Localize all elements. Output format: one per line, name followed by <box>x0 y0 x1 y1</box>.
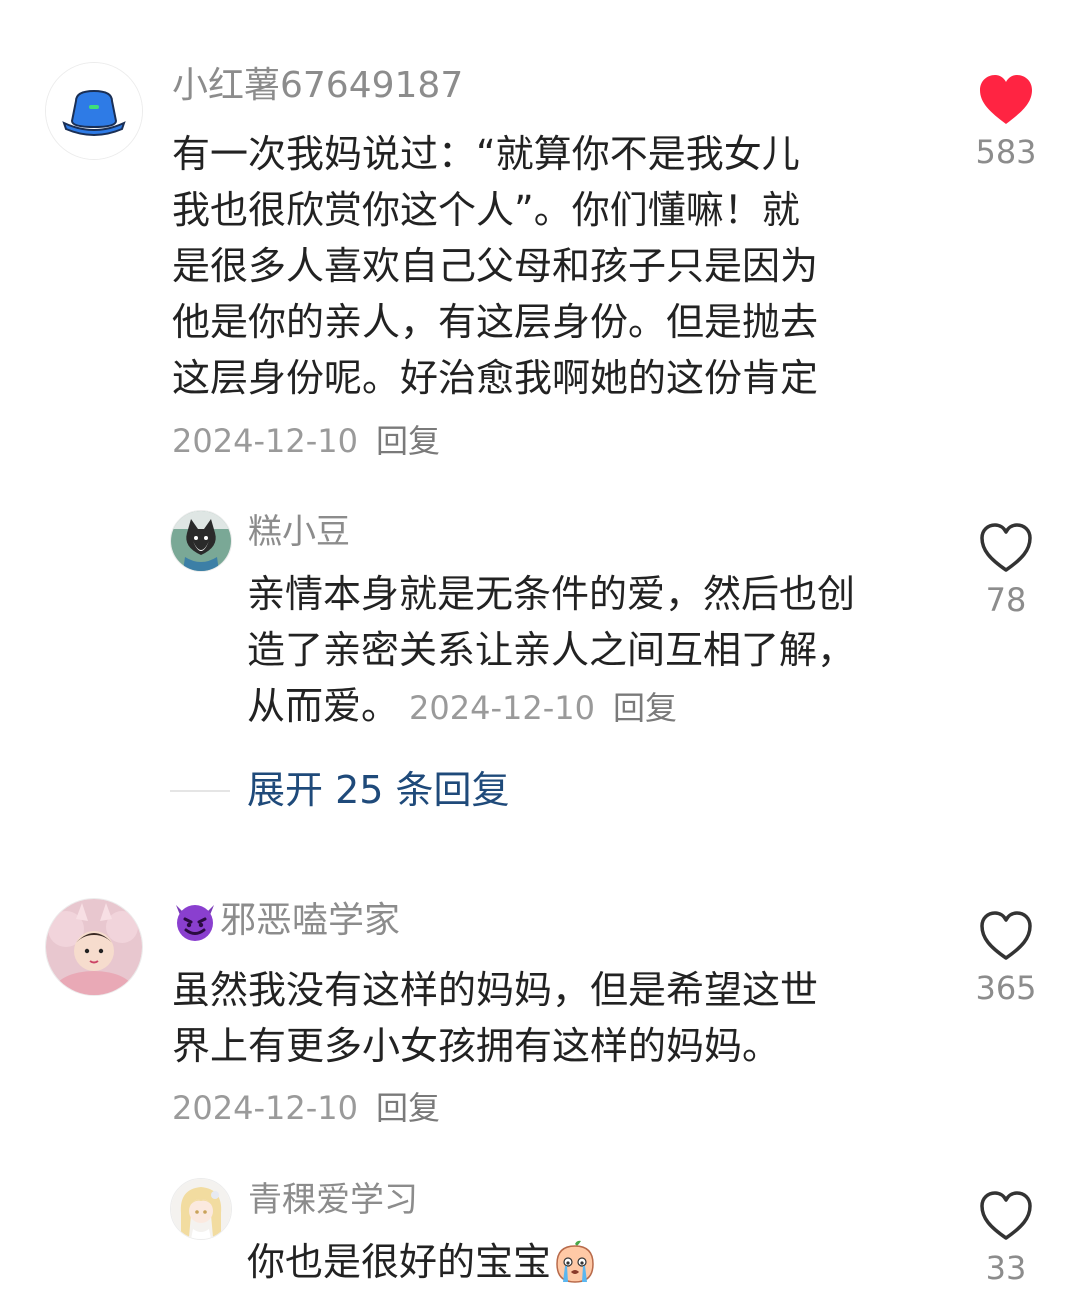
reply-username[interactable]: 青稞爱学习 <box>248 1179 418 1221</box>
reply-button[interactable]: 回复 <box>376 422 440 460</box>
comment-line: 是很多人喜欢自己父母和孩子只是因为 <box>172 244 819 288</box>
user-avatar[interactable] <box>45 62 143 160</box>
comment-username[interactable]: 邪恶嗑学家 <box>220 899 400 943</box>
crying-peach-emoji-icon <box>556 1240 594 1283</box>
reply-line: 亲情本身就是无条件的爱，然后也创 <box>247 572 856 616</box>
reply-text: 你也是很好的宝宝 <box>247 1234 599 1290</box>
comment-date: 2024-12-10 <box>172 422 358 460</box>
comment-line: 虽然我没有这样的妈妈，但是希望这世 <box>172 968 819 1012</box>
comment-line: 界上有更多小女孩拥有这样的妈妈。 <box>172 1024 781 1068</box>
comment-text: 有一次我妈说过：“就算你不是我女儿 我也很欣赏你这个人”。你们懂嘛！就 是很多人… <box>172 126 818 406</box>
user-avatar[interactable] <box>45 898 143 996</box>
reply-button[interactable]: 回复 <box>613 689 677 727</box>
reply-date: 2024-12-10 <box>409 689 595 727</box>
heart-filled-icon <box>980 75 1032 124</box>
comment-text: 虽然我没有这样的妈妈，但是希望这世 界上有更多小女孩拥有这样的妈妈。 <box>172 962 818 1074</box>
comment-author[interactable]: 邪恶嗑学家 <box>172 899 400 943</box>
girl-pink-avatar <box>46 899 142 995</box>
reply-text: 亲情本身就是无条件的爱，然后也创 造了亲密关系让亲人之间互相了解， 从而爱。 20… <box>247 566 855 734</box>
comment-line: 有一次我妈说过：“就算你不是我女儿 <box>172 132 800 176</box>
reply-username[interactable]: 糕小豆 <box>248 511 350 553</box>
like-count: 365 <box>975 969 1037 1007</box>
heart-outline-icon <box>980 1191 1032 1240</box>
comment-line: 这层身份呢。好治愈我啊她的这份肯定 <box>172 356 819 400</box>
expand-replies-button[interactable]: 展开 25 条回复 <box>247 766 510 814</box>
comment-meta: 2024-12-10 回复 <box>172 1088 458 1128</box>
like-button[interactable]: 365 <box>956 910 1056 1008</box>
reply-line: 造了亲密关系让亲人之间互相了解， <box>247 628 856 672</box>
comment-username[interactable]: 小红薯67649187 <box>172 64 463 108</box>
like-count: 583 <box>975 133 1037 171</box>
heart-outline-icon <box>980 911 1032 960</box>
reply-line: 从而爱。 <box>247 684 400 728</box>
reply-line: 你也是很好的宝宝 <box>247 1240 552 1284</box>
comment-line: 他是你的亲人，有这层身份。但是抛去 <box>172 300 819 344</box>
comment-date: 2024-12-10 <box>172 1089 358 1127</box>
like-button[interactable]: 33 <box>956 1190 1056 1288</box>
like-count: 78 <box>985 581 1027 619</box>
expand-divider <box>170 790 230 792</box>
shiba-dog-avatar <box>171 511 231 571</box>
like-button[interactable]: 78 <box>956 522 1056 620</box>
comment-line: 我也很欣赏你这个人”。你们懂嘛！就 <box>172 188 800 232</box>
reply-last-line: 从而爱。 2024-12-10 回复 <box>247 678 855 734</box>
user-avatar[interactable] <box>170 510 232 572</box>
reply-button[interactable]: 回复 <box>376 1089 440 1127</box>
anime-girl-avatar <box>171 1179 231 1239</box>
bucket-hat-icon <box>46 63 142 159</box>
comment-meta: 2024-12-10 回复 <box>172 421 458 461</box>
like-count: 33 <box>985 1249 1027 1287</box>
heart-outline-icon <box>980 523 1032 572</box>
devil-emoji-icon <box>176 905 214 941</box>
user-avatar[interactable] <box>170 1178 232 1240</box>
like-button[interactable]: 583 <box>956 74 1056 172</box>
